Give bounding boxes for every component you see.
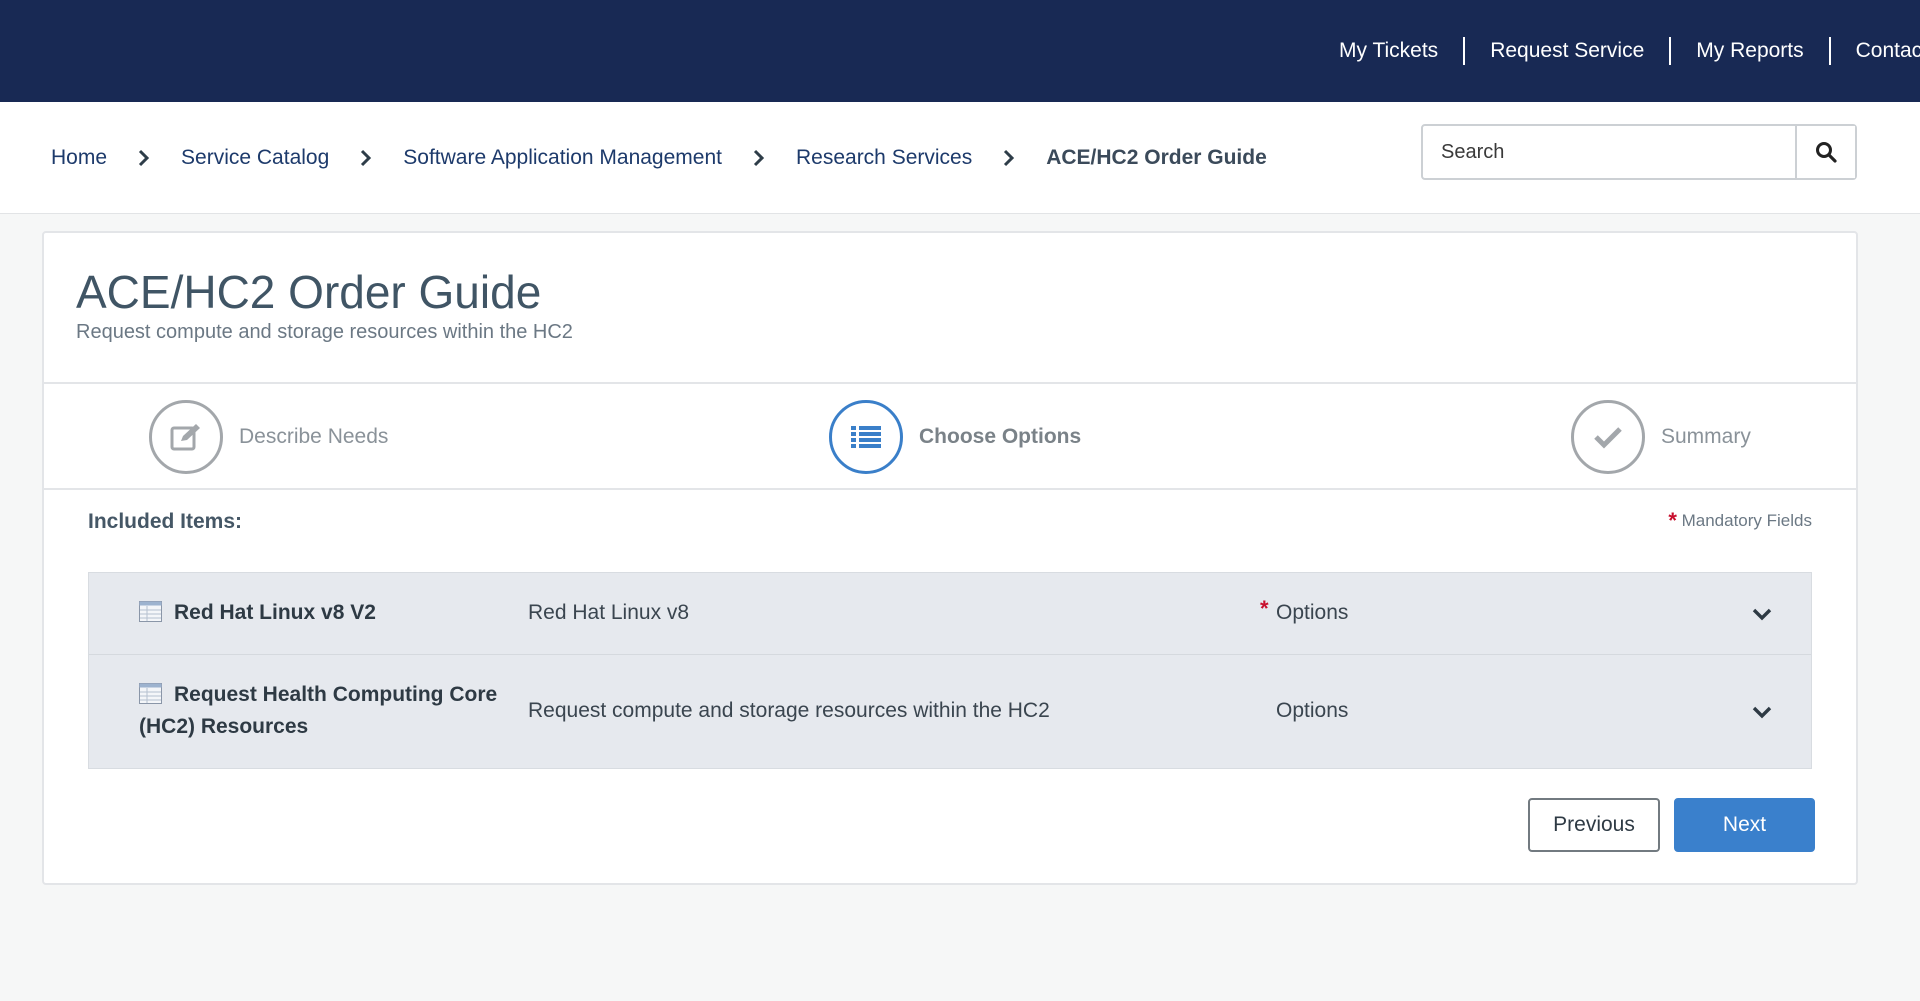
top-nav-bar: My Tickets Request Service My Reports Co… — [0, 0, 1920, 102]
item-options-label: Options — [1276, 699, 1349, 722]
chevron-right-icon — [329, 149, 403, 167]
nav-my-tickets[interactable]: My Tickets — [1314, 37, 1463, 65]
order-guide-card: ACE/HC2 Order Guide Request compute and … — [42, 231, 1858, 885]
nav-contact-us[interactable]: Contact U — [1828, 37, 1920, 65]
search-button[interactable] — [1795, 126, 1855, 178]
item-description: Request compute and storage resources wi… — [528, 699, 1050, 722]
breadcrumb-home[interactable]: Home — [51, 146, 107, 170]
required-star: * — [1260, 596, 1269, 621]
item-name: Request Health Computing Core (HC2) Reso… — [139, 679, 499, 743]
mandatory-fields-note: * Mandatory Fields — [1668, 508, 1812, 534]
step-choose-options[interactable]: Choose Options — [829, 400, 1081, 474]
nav-my-reports[interactable]: My Reports — [1669, 37, 1828, 65]
expand-item-button[interactable] — [1749, 699, 1775, 725]
included-items-table: Red Hat Linux v8 V2 Red Hat Linux v8 * O… — [88, 572, 1812, 769]
step-summary-label: Summary — [1661, 425, 1751, 448]
mandatory-fields-label: Mandatory Fields — [1681, 511, 1812, 530]
expand-item-button[interactable] — [1749, 601, 1775, 627]
step-choose-options-label: Choose Options — [919, 425, 1082, 448]
list-icon — [851, 426, 881, 448]
catalog-item-icon — [139, 683, 162, 704]
item-options[interactable]: Options — [1276, 699, 1348, 723]
step-describe-needs-label: Describe Needs — [239, 425, 389, 448]
step-describe-needs-circle — [149, 400, 223, 474]
chevron-down-icon — [1752, 706, 1772, 719]
page-subtitle: Request compute and storage resources wi… — [76, 321, 573, 343]
step-summary-circle — [1571, 400, 1645, 474]
table-row: Request Health Computing Core (HC2) Reso… — [89, 655, 1811, 768]
included-items-label: Included Items: — [88, 510, 243, 533]
table-row: Red Hat Linux v8 V2 Red Hat Linux v8 * O… — [89, 573, 1811, 655]
catalog-item-icon — [139, 601, 162, 622]
breadcrumb: Home Service Catalog Software Applicatio… — [51, 102, 1267, 214]
required-star: * — [1668, 508, 1677, 533]
search-icon — [1816, 142, 1837, 163]
step-describe-needs[interactable]: Describe Needs — [149, 400, 388, 474]
item-description: Red Hat Linux v8 — [528, 601, 690, 624]
page-title: ACE/HC2 Order Guide — [76, 266, 542, 318]
item-name-text: Red Hat Linux v8 V2 — [174, 601, 376, 624]
item-name: Red Hat Linux v8 V2 — [139, 597, 499, 629]
step-summary[interactable]: Summary — [1571, 400, 1751, 474]
check-icon — [1594, 427, 1622, 449]
nav-request-service[interactable]: Request Service — [1463, 37, 1669, 65]
search-input[interactable] — [1423, 126, 1795, 178]
item-options-label: Options — [1276, 601, 1349, 624]
chevron-right-icon — [972, 149, 1046, 167]
top-nav: My Tickets Request Service My Reports Co… — [1314, 0, 1920, 102]
edit-icon — [170, 424, 200, 451]
item-name-text: Request Health Computing Core (HC2) Reso… — [139, 683, 498, 738]
search-box — [1421, 124, 1857, 180]
chevron-down-icon — [1752, 608, 1772, 621]
next-button[interactable]: Next — [1674, 798, 1815, 852]
breadcrumb-service-catalog[interactable]: Service Catalog — [181, 146, 329, 170]
step-choose-options-circle — [829, 400, 903, 474]
previous-button[interactable]: Previous — [1528, 798, 1660, 852]
item-options[interactable]: * Options — [1260, 596, 1349, 625]
breadcrumb-current: ACE/HC2 Order Guide — [1046, 146, 1267, 169]
card-header: ACE/HC2 Order Guide Request compute and … — [44, 233, 1856, 384]
chevron-right-icon — [722, 149, 796, 167]
breadcrumb-software-application-management[interactable]: Software Application Management — [403, 146, 722, 170]
progress-steps: Describe Needs Choose Options Summary — [44, 384, 1856, 490]
chevron-right-icon — [107, 149, 181, 167]
breadcrumb-research-services[interactable]: Research Services — [796, 146, 972, 170]
